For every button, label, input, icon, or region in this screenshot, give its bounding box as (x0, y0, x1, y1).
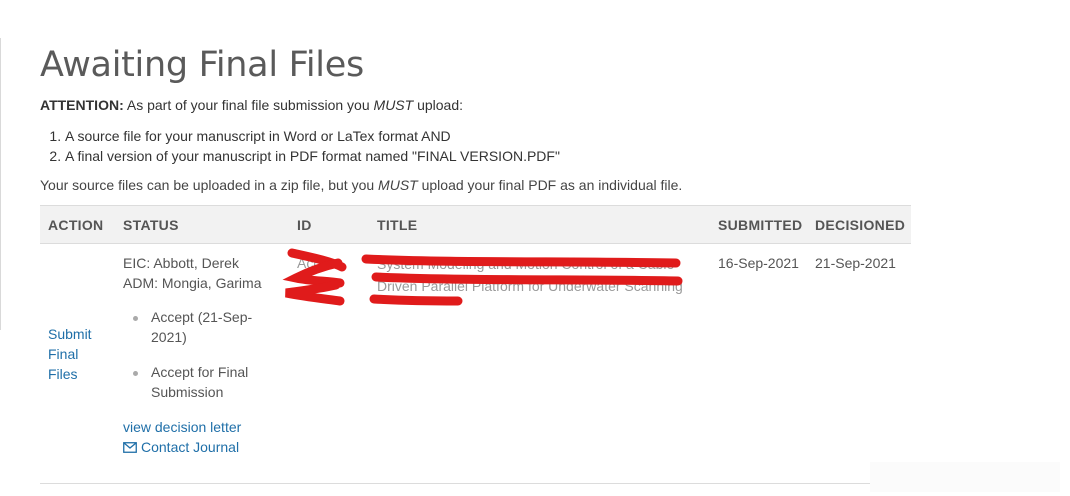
envelope-icon (123, 441, 137, 453)
requirements-list: A source file for your manuscript in Wor… (40, 126, 560, 166)
view-decision-letter-link[interactable]: view decision letter (123, 419, 241, 435)
submit-final-files-link[interactable]: Submit Final Files (48, 324, 100, 384)
zip-note: Your source files can be uploaded in a z… (40, 177, 682, 194)
title-cell: System Modeling and Motion Control of a … (369, 243, 710, 484)
submitted-date: 16-Sep-2021 (710, 243, 807, 484)
column-header-id: ID (289, 205, 369, 244)
manuscript-id: Acc (297, 255, 321, 271)
status-cell: EIC: Abbott, Derek ADM: Mongia, Garima A… (115, 243, 289, 484)
attention-text-end: upload: (413, 97, 464, 113)
attention-label: ATTENTION: (40, 97, 124, 113)
contact-journal-label: Contact Journal (141, 439, 240, 455)
status-eic: EIC: Abbott, Derek (123, 255, 239, 271)
decisioned-date: 21-Sep-2021 (807, 243, 911, 484)
attention-text: As part of your final file submission yo… (123, 97, 374, 113)
column-header-action: ACTION (40, 205, 115, 244)
zip-note-text-end: upload your final PDF as an individual f… (417, 177, 683, 193)
attention-notice: ATTENTION: As part of your final file su… (40, 97, 463, 114)
id-cell: Acc (289, 243, 369, 484)
column-header-title: TITLE (369, 205, 710, 244)
requirement-item: A source file for your manuscript in Wor… (65, 126, 560, 146)
action-cell: Submit Final Files (40, 243, 115, 484)
status-adm: ADM: Mongia, Garima (123, 275, 262, 291)
table-header-row: ACTION STATUS ID TITLE SUBMITTED DECISIO… (40, 205, 911, 244)
table-row: Submit Final Files EIC: Abbott, Derek AD… (40, 243, 911, 484)
manuscripts-table: ACTION STATUS ID TITLE SUBMITTED DECISIO… (40, 205, 911, 484)
decision-item: Accept (21-Sep-2021) (133, 307, 281, 347)
decision-item: Accept for Final Submission (133, 362, 281, 402)
manuscript-title-line: Driven Parallel Platform for Underwater … (377, 278, 683, 294)
column-header-status: STATUS (115, 205, 289, 244)
page-title: Awaiting Final Files (40, 45, 364, 85)
manuscript-title-line: System Modeling and Motion Control of a … (377, 256, 679, 272)
zip-note-emphasis: MUST (378, 177, 418, 193)
zip-note-text: Your source files can be uploaded in a z… (40, 177, 379, 193)
decision-list: Accept (21-Sep-2021) Accept for Final Su… (123, 307, 281, 402)
column-header-submitted: SUBMITTED (710, 205, 807, 244)
column-header-decisioned: DECISIONED (807, 205, 911, 244)
attention-emphasis: MUST (373, 97, 414, 113)
background-smudge (870, 462, 1060, 492)
left-border (0, 38, 1, 330)
contact-journal-link[interactable]: Contact Journal (123, 437, 281, 457)
requirement-item: A final version of your manuscript in PD… (65, 146, 560, 166)
